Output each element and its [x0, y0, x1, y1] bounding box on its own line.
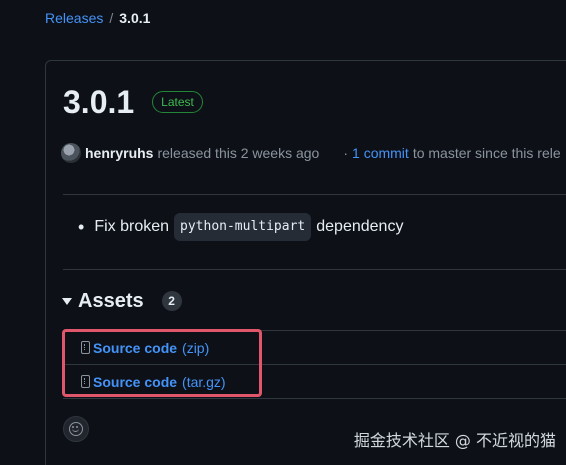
release-meta: henryruhs released this 2 weeks ago · 1 …: [61, 143, 566, 163]
released-text: released this 2 weeks ago: [157, 145, 320, 161]
commit-count-link[interactable]: 1 commit: [352, 143, 409, 163]
asset-ext[interactable]: (zip): [182, 340, 209, 356]
asset-name[interactable]: Source code: [93, 374, 177, 390]
list-bullet: •: [78, 217, 85, 237]
divider: [63, 269, 566, 270]
smiley-icon: [69, 422, 83, 436]
file-zip-icon: [81, 341, 90, 354]
assets-toggle[interactable]: Assets 2: [62, 289, 182, 313]
assets-title: Assets: [78, 290, 144, 312]
breadcrumb-releases-link[interactable]: Releases: [45, 10, 103, 26]
release-notes: • Fix broken python-multipart dependency: [78, 213, 403, 241]
breadcrumb-current: 3.0.1: [119, 10, 151, 26]
asset-row[interactable]: Source code (tar.gz): [63, 365, 566, 399]
note-suffix: dependency: [316, 218, 404, 235]
avatar[interactable]: [61, 143, 81, 163]
release-title-row: 3.0.1 Latest: [63, 83, 203, 121]
asset-ext[interactable]: (tar.gz): [182, 374, 226, 390]
asset-name[interactable]: Source code: [93, 340, 177, 356]
breadcrumb: Releases / 3.0.1: [45, 9, 150, 27]
meta-dot: ·: [343, 145, 349, 161]
assets-count-badge: 2: [161, 291, 182, 311]
add-reaction-button[interactable]: [63, 416, 89, 442]
inline-code: python-multipart: [174, 213, 312, 241]
triangle-down-icon: [62, 297, 72, 305]
release-card: 3.0.1 Latest henryruhs released this 2 w…: [45, 60, 566, 465]
file-zip-icon: [81, 375, 90, 388]
release-page: Releases / 3.0.1 3.0.1 Latest henryruhs re…: [0, 0, 566, 465]
author-link[interactable]: henryruhs: [85, 143, 153, 163]
note-prefix: Fix broken: [94, 218, 170, 235]
since-text: to master since this rele: [412, 145, 561, 161]
release-title[interactable]: 3.0.1: [63, 83, 134, 121]
watermark: 掘金技术社区 @ 不近视的猫: [353, 431, 556, 450]
divider: [63, 194, 566, 195]
asset-row[interactable]: Source code (zip): [63, 331, 566, 365]
breadcrumb-separator: /: [109, 10, 114, 26]
asset-list: Source code (zip) Source code (tar.gz): [63, 330, 566, 399]
latest-badge: Latest: [152, 91, 203, 113]
